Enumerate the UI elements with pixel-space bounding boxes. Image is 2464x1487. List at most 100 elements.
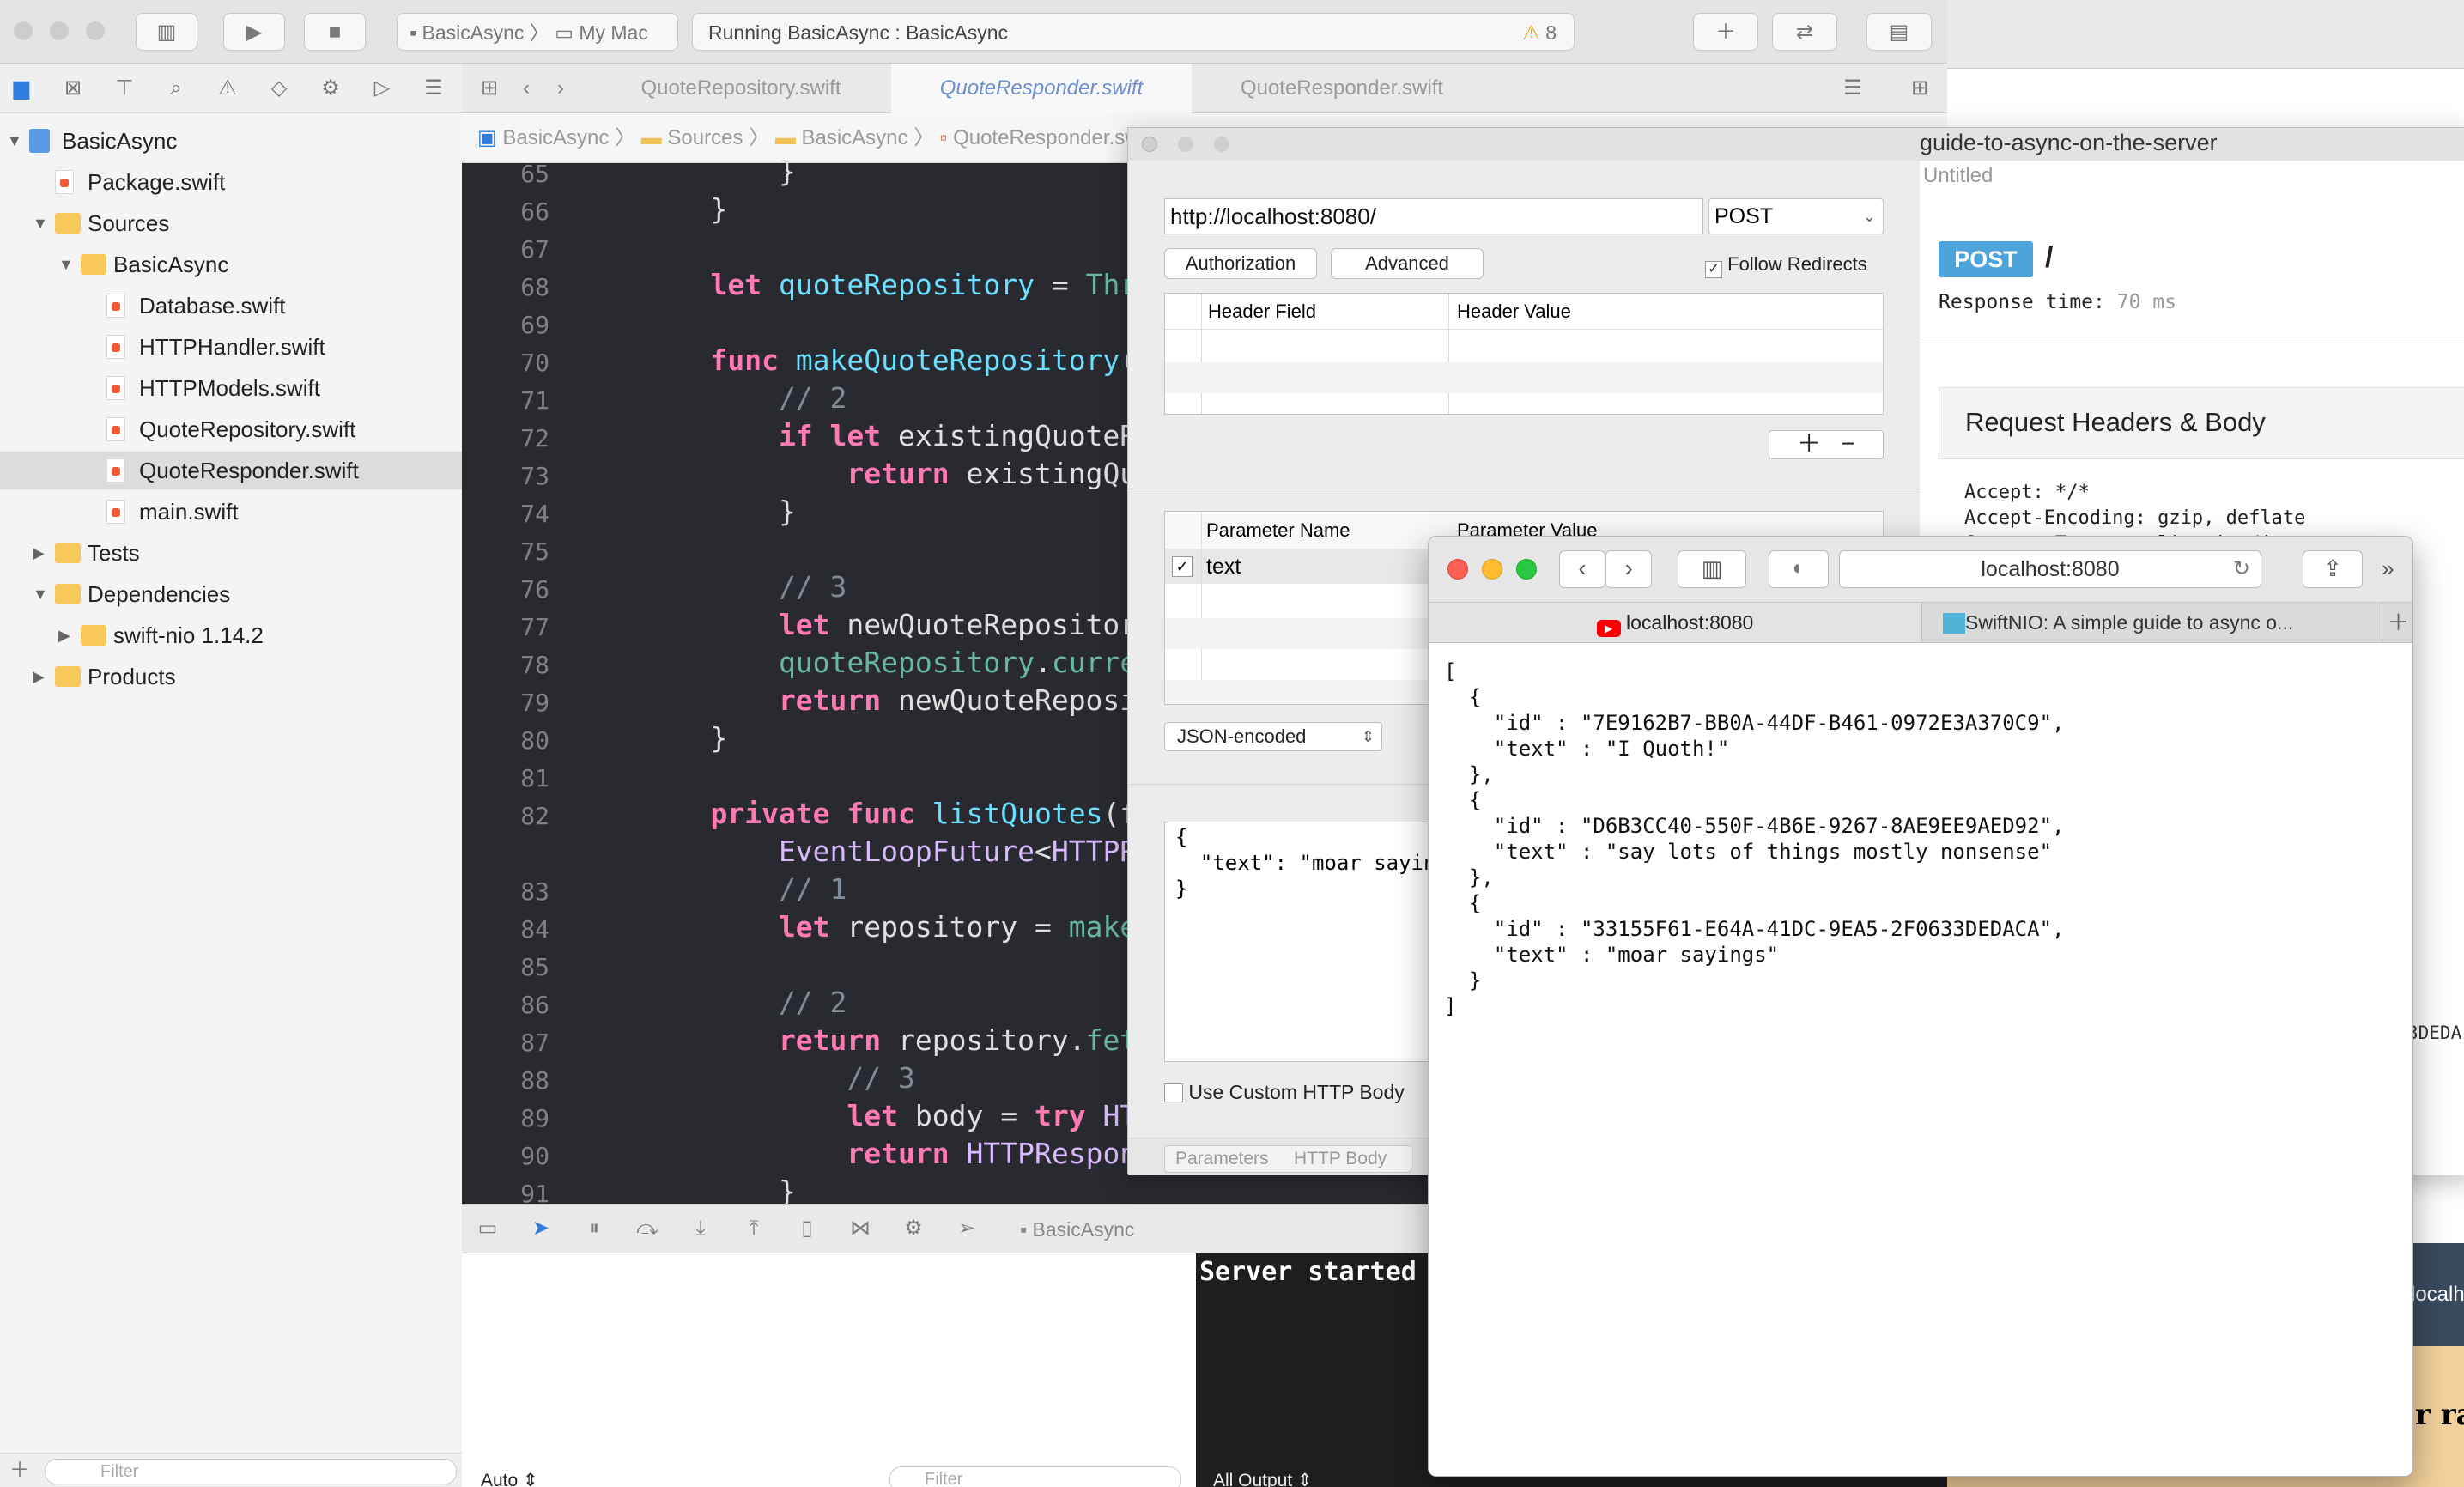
close-button[interactable]: [1142, 137, 1157, 152]
test-icon[interactable]: ◇: [266, 76, 292, 101]
step-in-icon[interactable]: ⤓: [683, 1210, 718, 1247]
library-button[interactable]: ＋: [1693, 13, 1758, 51]
location-icon[interactable]: ➢: [950, 1210, 984, 1247]
code-line[interactable]: // 2: [642, 381, 847, 415]
code-line[interactable]: // 3: [642, 1061, 914, 1095]
warning-count[interactable]: ⚠ 8: [1522, 14, 1557, 52]
code-line[interactable]: if let existingQuoteRepos: [642, 419, 1205, 452]
header-value-column[interactable]: Header Value: [1457, 294, 1571, 330]
zoom-button[interactable]: [1214, 137, 1229, 152]
tab-http-body[interactable]: HTTP Body: [1294, 1146, 1387, 1172]
code-line[interactable]: return repository.fetchAl: [642, 1023, 1205, 1057]
section-header[interactable]: Request Headers & Body: [1939, 387, 2464, 459]
tree-item[interactable]: QuoteResponder.swift: [0, 452, 462, 489]
tree-item[interactable]: HTTPModels.swift: [0, 369, 462, 407]
url-field[interactable]: http://localhost:8080/: [1164, 198, 1703, 234]
advanced-button[interactable]: Advanced: [1331, 248, 1484, 279]
folder-icon[interactable]: ▆: [9, 76, 34, 101]
view-hierarchy-icon[interactable]: ▯: [790, 1210, 824, 1247]
tree-item[interactable]: Package.swift: [0, 163, 462, 201]
code-line[interactable]: return newQuoteRepository: [642, 683, 1205, 717]
share-button[interactable]: ⇪: [2303, 550, 2363, 588]
code-line[interactable]: }: [642, 721, 727, 755]
tree-item[interactable]: QuoteRepository.swift: [0, 410, 462, 448]
debug-icon[interactable]: ⚙: [318, 76, 343, 101]
tree-item[interactable]: ▼ Dependencies: [0, 575, 462, 613]
split-editor-icon[interactable]: ⊞: [1903, 70, 1937, 107]
code-line[interactable]: let newQuoteRepository =: [642, 608, 1205, 641]
back-button[interactable]: ‹: [1559, 550, 1605, 588]
code-line[interactable]: quoteRepository.currentVa: [642, 646, 1205, 679]
tree-item[interactable]: ▶ swift-nio 1.14.2: [0, 616, 462, 654]
code-line[interactable]: }: [642, 155, 796, 188]
hide-debug-icon[interactable]: ▭: [470, 1210, 505, 1247]
environment-icon[interactable]: ⚙: [896, 1210, 931, 1247]
disclosure-open-icon[interactable]: ▼: [33, 575, 48, 613]
tree-item[interactable]: HTTPHandler.swift: [0, 328, 462, 366]
method-select[interactable]: POST ⌄: [1708, 198, 1884, 234]
step-out-icon[interactable]: ⤒: [737, 1210, 771, 1247]
tree-item[interactable]: ▶ Products: [0, 658, 462, 695]
tree-item[interactable]: main.swift: [0, 493, 462, 531]
code-line[interactable]: return existingQuoteR: [642, 457, 1205, 490]
pause-icon[interactable]: ⏸: [577, 1210, 611, 1247]
code-line[interactable]: return HTTPResponse(s: [642, 1137, 1205, 1170]
tree-item[interactable]: ▼ BasicAsync: [0, 122, 462, 160]
more-icon[interactable]: »: [2382, 555, 2394, 582]
output-selector[interactable]: All Output ⇕: [1213, 1470, 1313, 1487]
review-button[interactable]: ⇄: [1772, 13, 1837, 51]
disclosure-closed-icon[interactable]: ▶: [33, 534, 45, 572]
disclosure-open-icon[interactable]: ▼: [33, 204, 48, 242]
code-line[interactable]: let repository = makeQuot: [642, 910, 1205, 944]
editor-options-icon[interactable]: ☰: [1836, 70, 1870, 107]
tab-localhost[interactable]: ▶ localhost:8080: [1429, 603, 1921, 642]
navigator-toggle-button[interactable]: ▥: [136, 13, 197, 51]
inspector-toggle-button[interactable]: ▤: [1866, 13, 1932, 51]
code-line[interactable]: // 1: [642, 872, 847, 906]
issue-icon[interactable]: ⚠: [215, 76, 240, 101]
code-line[interactable]: let body = try HTTPBo: [642, 1099, 1205, 1132]
grid-icon[interactable]: ⊞: [472, 70, 507, 107]
close-button[interactable]: [1447, 559, 1468, 580]
forward-button[interactable]: ›: [1605, 550, 1652, 588]
back-icon[interactable]: ‹: [513, 70, 539, 107]
stop-button[interactable]: ■: [304, 13, 366, 51]
tree-item[interactable]: ▼ Sources: [0, 204, 462, 242]
navigator-filter-input[interactable]: Filter: [45, 1459, 457, 1484]
jump-sources[interactable]: Sources: [667, 126, 743, 149]
source-control-icon[interactable]: ⊠: [60, 76, 86, 101]
symbol-icon[interactable]: ⊤: [112, 76, 137, 101]
jump-file[interactable]: QuoteResponder.sw: [953, 126, 1139, 149]
add-remove-header[interactable]: ＋ −: [1769, 430, 1884, 459]
breakpoint-toggle-icon[interactable]: ➤: [524, 1210, 558, 1247]
close-button[interactable]: [14, 21, 33, 40]
code-line[interactable]: private func listQuotes(for r: [642, 797, 1205, 830]
zoom-button[interactable]: [1516, 559, 1537, 580]
zoom-button[interactable]: [86, 21, 105, 40]
code-line[interactable]: }: [642, 192, 727, 226]
disclosure-open-icon[interactable]: ▼: [58, 246, 74, 283]
breakpoint-icon[interactable]: ▷: [369, 76, 395, 101]
encoding-select[interactable]: JSON-encoded ⇕: [1164, 722, 1382, 751]
disclosure-closed-icon[interactable]: ▶: [58, 616, 70, 654]
tab-swiftnio[interactable]: SwiftNIO: A simple guide to async o...: [1922, 603, 2381, 642]
tab-quoterepository[interactable]: QuoteRepository.swift: [591, 64, 891, 113]
minimize-button[interactable]: [1178, 137, 1193, 152]
code-line[interactable]: // 3: [642, 570, 847, 604]
search-icon[interactable]: ⌕: [163, 76, 189, 101]
scheme-selector[interactable]: ▪ BasicAsync 〉 ▭ My Mac: [397, 13, 678, 51]
step-over-icon[interactable]: ⤼: [630, 1210, 665, 1247]
param-name-column[interactable]: Parameter Name: [1206, 512, 1350, 549]
reload-icon[interactable]: ↻: [2233, 551, 2250, 587]
new-tab-button[interactable]: ＋: [2382, 603, 2412, 642]
run-button[interactable]: ▶: [223, 13, 285, 51]
header-field-column[interactable]: Header Field: [1208, 294, 1316, 330]
jump-basicasync[interactable]: BasicAsync: [801, 126, 907, 149]
variables-filter-input[interactable]: Filter: [889, 1466, 1181, 1487]
code-line[interactable]: func makeQuoteRepository(for: [642, 343, 1205, 377]
tree-item[interactable]: ▼ BasicAsync: [0, 246, 462, 283]
authorization-button[interactable]: Authorization: [1164, 248, 1317, 279]
code-line[interactable]: EventLoopFuture<HTTPRespo: [642, 835, 1205, 868]
sidebar-button[interactable]: ▥: [1678, 550, 1746, 588]
tab-quoteresponder-active[interactable]: QuoteResponder.swift: [891, 64, 1192, 113]
